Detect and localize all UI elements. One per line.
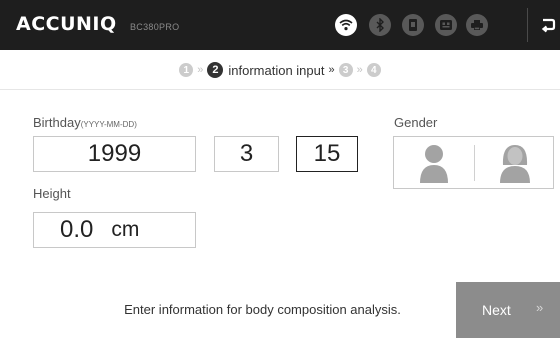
bluetooth-icon[interactable] [369,14,391,36]
height-field[interactable]: 0.0 cm [33,212,196,248]
gender-label: Gender [394,115,438,130]
gender-male-button[interactable] [394,137,474,188]
gender-selector [393,136,554,189]
current-step-label: information input [228,62,325,78]
height-label: Height [33,186,71,201]
step-2-icon: 2 [207,62,224,78]
birthday-format-hint: (YYYY-MM-DD) [80,120,137,129]
step-1-icon: 1 [179,63,194,77]
birthday-label: Birthday(YYYY-MM-DD) [33,115,137,130]
instruction-text: Enter information for body composition a… [124,302,401,317]
chevron-right-icon: » [536,300,544,315]
model-label: BC380PRO [130,22,180,32]
app-header: ACCUNIQ BC380PRO [0,0,560,50]
female-icon [500,144,530,183]
back-icon[interactable] [536,14,558,36]
step-separator: » [356,64,363,76]
step-4-icon: 4 [366,63,381,77]
height-unit: cm [111,218,140,241]
next-button[interactable]: Next » [456,282,560,338]
header-divider [527,8,528,42]
birthday-label-text: Birthday [33,115,81,130]
wifi-icon[interactable] [335,14,357,36]
birthday-month-field[interactable]: 3 [214,136,279,172]
gender-female-button[interactable] [475,137,555,188]
birthday-year-field[interactable]: 1999 [33,136,196,172]
card-icon[interactable] [402,14,424,36]
next-button-label: Next [482,302,511,318]
step-separator: » [328,64,335,76]
brand-logo: ACCUNIQ [16,13,117,35]
printer-icon[interactable] [466,14,488,36]
male-icon [420,144,448,183]
birthday-day-field[interactable]: 15 [296,136,358,172]
step-indicator: 1 » 2 information input » 3 » 4 [0,50,560,90]
barcode-icon[interactable] [435,14,457,36]
step-separator: » [197,64,204,76]
height-value: 0.0 [60,216,94,243]
step-3-icon: 3 [338,63,353,77]
